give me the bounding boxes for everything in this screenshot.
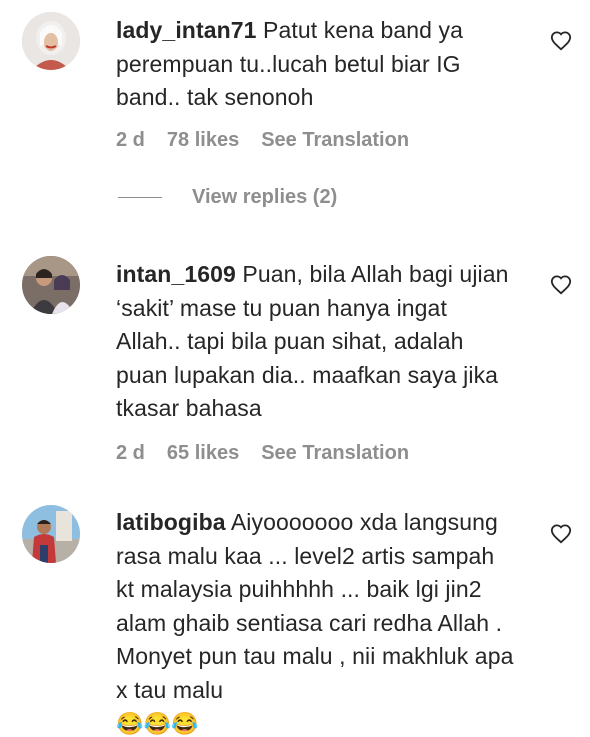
- comment-username[interactable]: intan_1609: [116, 261, 236, 287]
- see-translation-link[interactable]: See Translation: [261, 129, 409, 152]
- comment-time: 2 d: [116, 441, 145, 464]
- view-replies-divider: [118, 196, 162, 199]
- see-translation-link[interactable]: See Translation: [261, 442, 409, 465]
- heart-outline-icon[interactable]: [550, 274, 572, 296]
- comment-body: Aiyooooooo xda langsung rasa malu kaa ..…: [116, 509, 514, 703]
- heart-outline-icon[interactable]: [550, 523, 572, 545]
- view-replies-button[interactable]: View replies (2): [118, 186, 337, 209]
- avatar[interactable]: [22, 256, 80, 314]
- comment-username[interactable]: latibogiba: [116, 509, 226, 535]
- comment-username[interactable]: lady_intan71: [116, 17, 257, 43]
- comment-text: intan_1609 Puan, bila Allah bagi ujian ‘…: [116, 258, 516, 426]
- avatar[interactable]: [22, 12, 80, 70]
- heart-outline-icon[interactable]: [550, 30, 572, 52]
- view-replies-label[interactable]: View replies (2): [192, 186, 337, 209]
- comment-likes[interactable]: 78 likes: [167, 129, 239, 152]
- comment-likes[interactable]: 65 likes: [167, 442, 239, 465]
- comment-text: lady_intan71 Patut kena band ya perempua…: [116, 14, 516, 115]
- comment-text: latibogiba Aiyooooooo xda langsung rasa …: [116, 506, 516, 737]
- avatar[interactable]: [22, 505, 80, 563]
- comment-time: 2 d: [116, 128, 145, 151]
- laughing-emoji: 😂😂😂: [116, 711, 199, 736]
